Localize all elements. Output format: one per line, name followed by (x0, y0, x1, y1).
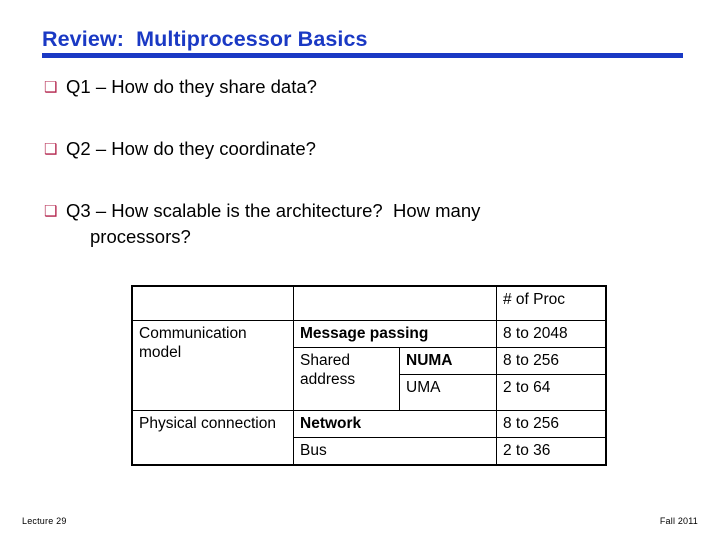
bullet-list: ❑ Q1 – How do they share data? ❑ Q2 – Ho… (44, 74, 684, 249)
page-title: Review: Multiprocessor Basics (42, 27, 368, 51)
list-item: ❑ Q3 – How scalable is the architecture?… (44, 198, 684, 224)
cell-count-numa: 8 to 256 (496, 347, 607, 375)
cell-count-message-passing: 8 to 2048 (496, 320, 607, 348)
cell-bus: Bus (293, 437, 497, 466)
bullet-text-q3-continuation-wrap: processors? (44, 224, 684, 249)
square-bullet-icon: ❑ (44, 203, 58, 220)
bullet-text-q2: Q2 – How do they coordinate? (66, 138, 316, 159)
list-item: ❑ Q2 – How do they coordinate? (44, 136, 684, 162)
multiprocessor-spec-table: # of Proc Communication model Message pa… (131, 285, 607, 466)
header-blank-type (293, 285, 497, 321)
cell-count-bus: 2 to 36 (496, 437, 607, 466)
cell-communication-model: Communication model (131, 320, 294, 411)
square-bullet-icon: ❑ (44, 79, 58, 96)
bullet-text-q3: Q3 – How scalable is the architecture? H… (66, 200, 481, 221)
table-header-row: # of Proc (131, 285, 607, 321)
table-row: Communication model Message passing 8 to… (131, 320, 607, 411)
cell-uma: UMA (399, 374, 497, 411)
bullet-text-q3-continuation: processors? (90, 226, 191, 247)
header-blank-category (131, 285, 294, 321)
square-bullet-icon: ❑ (44, 141, 58, 158)
header-num-processors: # of Proc (496, 285, 607, 321)
footer-lecture-number: Lecture 29 (22, 516, 67, 526)
bullet-text-q1: Q1 – How do they share data? (66, 76, 317, 97)
cell-shared-address: Shared address (293, 347, 400, 411)
spec-table-wrap: # of Proc Communication model Message pa… (131, 285, 607, 466)
footer-term: Fall 2011 (659, 516, 698, 526)
cell-count-uma: 2 to 64 (496, 374, 607, 411)
slide-canvas: Review: Multiprocessor Basics ❑ Q1 – How… (0, 0, 720, 540)
cell-physical-connection: Physical connection (131, 410, 294, 466)
table-row: Physical connection Network 8 to 256 (131, 410, 607, 466)
cell-count-network: 8 to 256 (496, 410, 607, 438)
cell-message-passing: Message passing (293, 320, 497, 348)
title-block: Review: Multiprocessor Basics (42, 28, 687, 58)
cell-network: Network (293, 410, 497, 438)
cell-numa: NUMA (399, 347, 497, 375)
list-item: ❑ Q1 – How do they share data? (44, 74, 684, 100)
title-underline-rule (42, 52, 683, 58)
